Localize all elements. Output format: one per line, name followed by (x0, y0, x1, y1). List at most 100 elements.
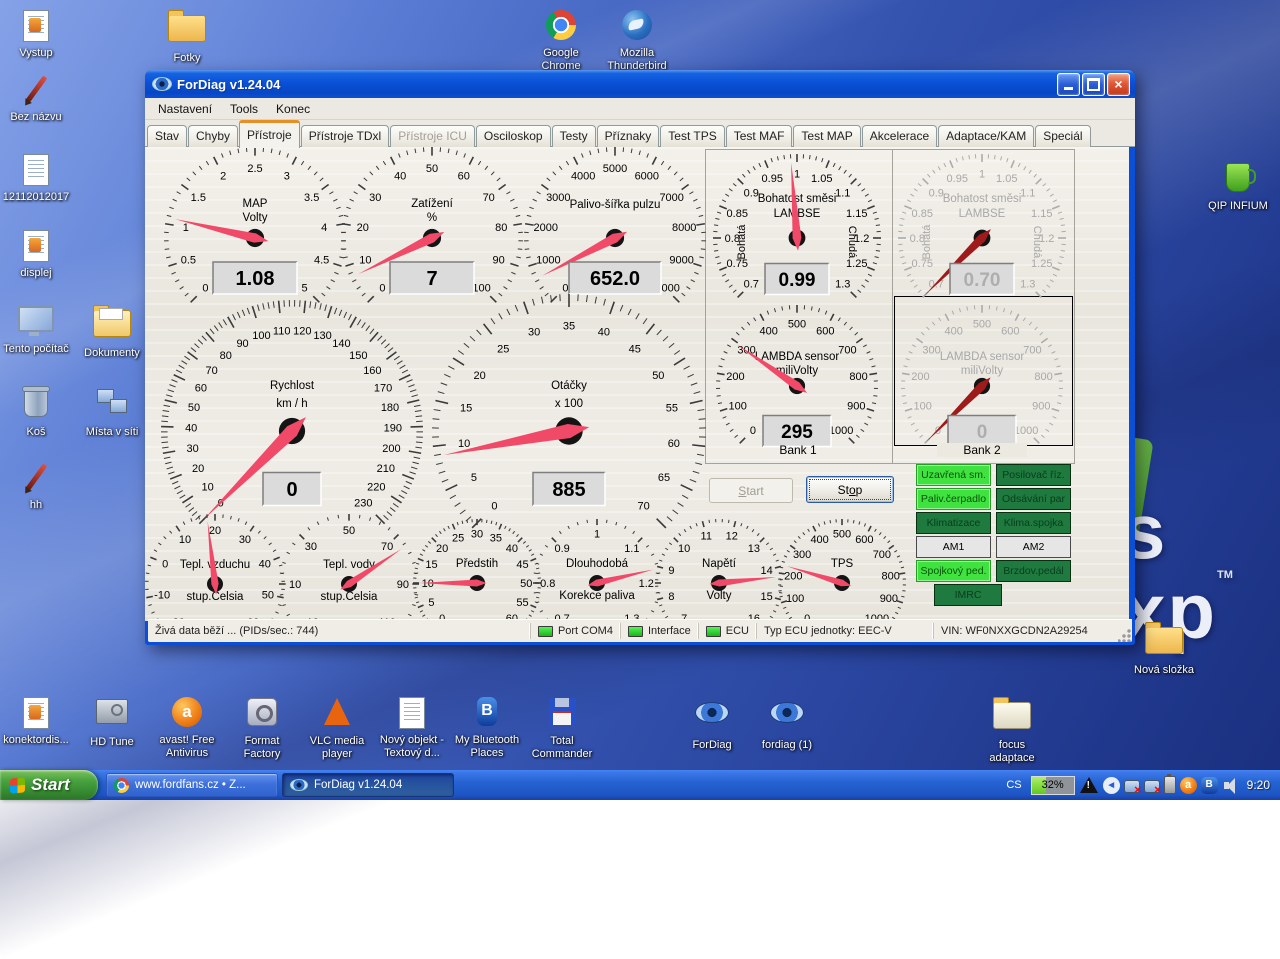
svg-text:-10: -10 (154, 590, 170, 602)
gauge-tepl-vzduchu: -20-100102030405060Tepl. vzduchustup.Cel… (145, 514, 285, 621)
svg-text:4000: 4000 (571, 171, 595, 183)
network-offline-icon-1[interactable] (1124, 780, 1140, 793)
tab-akcelerace[interactable]: Akcelerace (862, 125, 937, 147)
tab-p-stroje-icu[interactable]: Přístroje ICU (390, 125, 475, 147)
start-menu-button[interactable]: Start (0, 770, 98, 800)
svg-text:50: 50 (426, 163, 438, 175)
icon-kos[interactable]: Koš (2, 385, 70, 439)
tab-adaptace-kam[interactable]: Adaptace/KAM (938, 125, 1034, 147)
battery-icon[interactable] (1164, 776, 1176, 794)
icon-avast[interactable]: aavast! Free Antivirus (153, 695, 221, 759)
icon-google-chrome[interactable]: Google Chrome (527, 8, 595, 72)
minimize-button[interactable] (1057, 73, 1080, 96)
menu-item-konec[interactable]: Konec (267, 100, 319, 118)
icon-dokumenty[interactable]: Dokumenty (78, 303, 146, 360)
indicator-klima-spojka[interactable]: Klima.spojka (996, 512, 1071, 534)
tab-p-stroje-tdxl[interactable]: Přístroje TDxl (301, 125, 389, 147)
svg-text:Zatížení: Zatížení (411, 198, 453, 210)
close-button[interactable]: × (1107, 73, 1130, 96)
icon-vlc[interactable]: VLC media player (303, 695, 371, 760)
tab-test-maf[interactable]: Test MAF (726, 125, 793, 147)
title-bar[interactable]: ForDiag v1.24.04 × (145, 70, 1135, 98)
indicator-brzdov-ped-l[interactable]: Brzdov.pedál (996, 560, 1071, 582)
icon-nova-slozka[interactable]: Nová složka (1130, 620, 1198, 677)
taskbar-clock[interactable]: 9:20 (1247, 778, 1270, 792)
hidden-icons-chevron[interactable]: ◄ (1103, 777, 1120, 794)
tab-osciloskop[interactable]: Osciloskop (476, 125, 551, 147)
svg-text:7: 7 (426, 268, 437, 290)
indicator-am1[interactable]: AM1 (916, 536, 991, 558)
icon-vystup[interactable]: Vystup (2, 8, 70, 60)
tab-p-stroje[interactable]: Přístroje (239, 120, 300, 148)
icon-total-commander[interactable]: Total Commander (528, 695, 596, 760)
svg-text:45: 45 (629, 344, 641, 356)
indicator-posilova-z-[interactable]: Posilovač říz. (996, 464, 1071, 486)
svg-text:40: 40 (394, 171, 406, 183)
indicator-am2[interactable]: AM2 (996, 536, 1071, 558)
task-button-fordiag-v1-24-04[interactable]: ForDiag v1.24.04 (282, 773, 454, 797)
tab-p-znaky[interactable]: Příznaky (597, 125, 660, 147)
tab-speci-l[interactable]: Speciál (1035, 125, 1090, 147)
svg-text:5: 5 (428, 597, 434, 609)
resize-grip[interactable] (1118, 628, 1132, 642)
icon-displej[interactable]: displej (2, 228, 70, 280)
indicator-paliv-erpadlo[interactable]: Paliv.čerpadlo (916, 488, 991, 510)
indicator-spojkov-ped-[interactable]: Spojkový ped. (916, 560, 991, 582)
svg-text:90: 90 (397, 579, 409, 591)
svg-text:130: 130 (313, 330, 331, 342)
tab-test-tps[interactable]: Test TPS (660, 125, 724, 147)
icon-12112012017[interactable]: 12112012017 (2, 152, 70, 204)
svg-text:6000: 6000 (635, 171, 659, 183)
svg-text:10: 10 (678, 543, 690, 555)
maximize-button[interactable] (1082, 73, 1105, 96)
icon-qip-infium[interactable]: QIP INFIUM (1204, 160, 1272, 213)
icon-tento-pocitac[interactable]: Tento počítač (2, 303, 70, 356)
icon-my-bluetooth-places[interactable]: BMy Bluetooth Places (453, 695, 521, 759)
icon-format-factory[interactable]: Format Factory (228, 695, 296, 760)
indicator-uzav-en-sm-[interactable]: Uzavřená sm. (916, 464, 991, 486)
svg-text:13: 13 (748, 543, 760, 555)
svg-text:TPS: TPS (831, 558, 854, 570)
language-indicator[interactable]: CS (1001, 777, 1026, 793)
tab-chyby[interactable]: Chyby (188, 125, 238, 147)
network-offline-icon-2[interactable] (1144, 780, 1160, 793)
volume-icon[interactable] (1222, 777, 1239, 794)
icon-fordiag[interactable]: ForDiag (678, 695, 746, 752)
svg-text:100: 100 (786, 593, 804, 605)
indicator-klimatizace[interactable]: Klimatizace (916, 512, 991, 534)
indicator-ods-v-n-par[interactable]: Odsávání par (996, 488, 1071, 510)
battery-meter: 32% (1031, 776, 1075, 795)
icon-mozilla-thunderbird[interactable]: Mozilla Thunderbird (603, 8, 671, 72)
tab-stav[interactable]: Stav (147, 125, 187, 147)
icon-focus-adaptace[interactable]: focus adaptace (978, 695, 1046, 764)
icon-hh[interactable]: hh (2, 460, 70, 512)
menu-item-tools[interactable]: Tools (221, 100, 267, 118)
svg-text:0.9: 0.9 (555, 543, 570, 555)
svg-text:80: 80 (495, 222, 507, 234)
svg-text:90: 90 (236, 338, 248, 350)
svg-text:15: 15 (460, 403, 472, 415)
icon-konektordis[interactable]: konektordis... (2, 695, 70, 747)
svg-text:Rychlost: Rychlost (270, 380, 315, 392)
bluetooth-icon[interactable]: B (1201, 777, 1218, 794)
indicator-imrc[interactable]: IMRC (934, 584, 1002, 606)
icon-fotky[interactable]: Fotky (153, 8, 221, 65)
icon-bez-nazvu[interactable]: Bez názvu (2, 72, 70, 124)
task-button-www-fordfans-cz-z-[interactable]: www.fordfans.cz • Z... (106, 773, 278, 797)
warning-icon[interactable] (1079, 777, 1099, 794)
svg-text:0: 0 (162, 558, 168, 570)
stop-button[interactable]: Stop (806, 476, 894, 503)
svg-text:10000: 10000 (649, 283, 680, 295)
start-button[interactable]: Start (709, 478, 793, 503)
tab-test-map[interactable]: Test MAP (793, 125, 860, 147)
svg-text:55: 55 (516, 597, 528, 609)
svg-text:70: 70 (206, 365, 218, 377)
icon-hd-tune[interactable]: HD Tune (78, 695, 146, 749)
icon-mista-v-siti[interactable]: Místa v síti (78, 385, 146, 439)
menu-item-nastaven[interactable]: Nastavení (149, 100, 221, 118)
tab-testy[interactable]: Testy (552, 125, 596, 147)
folder-icon (1130, 627, 1198, 661)
avast-icon[interactable]: a (1180, 777, 1197, 794)
icon-novy-objekt[interactable]: Nový objekt - Textový d... (378, 695, 446, 759)
icon-fordiag-1[interactable]: fordiag (1) (753, 695, 821, 752)
